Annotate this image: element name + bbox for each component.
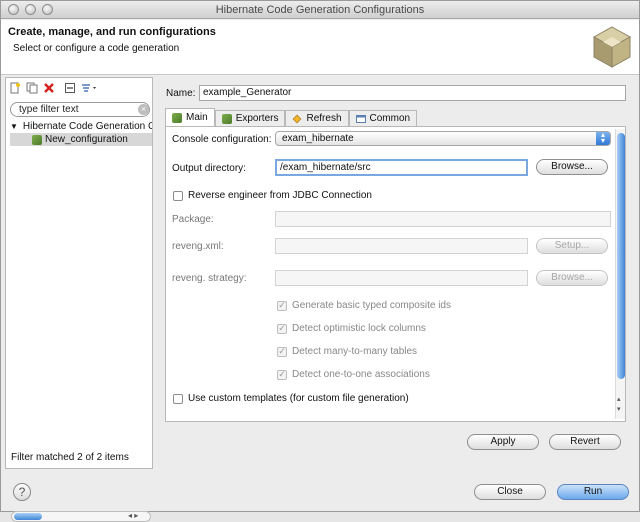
hibernate-icon [32, 134, 42, 145]
tab-refresh[interactable]: Refresh [285, 110, 349, 126]
checkbox-label: Reverse engineer from JDBC Connection [188, 190, 372, 201]
checkbox-label: Detect one-to-one associations [292, 369, 430, 380]
checkbox-box[interactable]: ✓ [277, 346, 287, 357]
main-tab-panel: Console configuration: exam_hibernate ▴ ▾… [165, 126, 626, 422]
hibernate-logo-icon [592, 26, 632, 68]
tab-label: Exporters [235, 113, 279, 124]
scroll-arrows-icon[interactable]: ◂ ▸ [128, 511, 138, 520]
tree-item-label: New_configuration [45, 134, 128, 145]
tab-exporters[interactable]: Exporters [214, 110, 286, 126]
tab-label: Refresh [306, 113, 342, 124]
configurations-list-pane: type filter text × ▼ Hibernate Code Gene… [5, 77, 153, 522]
refresh-icon [293, 114, 302, 123]
scroll-arrows-icon[interactable]: ▴ ▾ [617, 395, 621, 415]
clear-filter-icon[interactable]: × [138, 104, 149, 115]
checkbox-label: Generate basic typed composite ids [292, 300, 451, 311]
reveng-xml-label: reveng.xml: [172, 241, 224, 252]
reveng-xml-input[interactable] [275, 238, 528, 254]
tab-label: Common [369, 113, 411, 124]
duplicate-icon[interactable] [25, 81, 39, 95]
reveng-strategy-input[interactable] [275, 270, 528, 286]
header-title: Create, manage, and run configurations [8, 26, 216, 38]
tab-main[interactable]: Main [165, 108, 215, 126]
revert-button[interactable]: Revert [549, 434, 621, 450]
reveng-strategy-label: reveng. strategy: [172, 273, 247, 284]
browse-output-button[interactable]: Browse... [536, 159, 608, 175]
window: Hibernate Code Generation Configurations… [0, 0, 640, 522]
apply-button[interactable]: Apply [467, 434, 539, 450]
browse-strategy-button[interactable]: Browse... [536, 270, 608, 286]
reverse-engineer-checkbox[interactable]: Reverse engineer from JDBC Connection [173, 190, 372, 201]
package-label: Package: [172, 214, 214, 225]
output-dir-input[interactable]: /exam_hibernate/src [275, 159, 528, 176]
setup-button[interactable]: Setup... [536, 238, 608, 254]
checkbox-box[interactable] [173, 190, 183, 201]
console-config-select[interactable]: exam_hibernate ▴ ▾ [275, 131, 611, 146]
close-button[interactable]: Close [474, 484, 546, 500]
tree-item-hibernate-code-generation[interactable]: ▼ Hibernate Code Generation Configuratio… [10, 120, 152, 133]
package-input[interactable] [275, 211, 611, 227]
new-config-icon[interactable] [8, 81, 22, 95]
hibernate-icon [172, 112, 182, 123]
console-config-label: Console configuration: [172, 134, 272, 145]
checkbox-label: Detect many-to-many tables [292, 346, 418, 357]
checkbox-label: Detect optimistic lock columns [292, 323, 426, 334]
filter-status: Filter matched 2 of 2 items [11, 452, 129, 463]
vertical-scrollbar[interactable]: ▴ ▾ [615, 129, 625, 419]
checkbox-box[interactable]: ✓ [277, 323, 287, 334]
collapse-all-icon[interactable] [63, 81, 77, 95]
select-value: exam_hibernate [282, 133, 354, 144]
header-subtitle: Select or configure a code generation [13, 43, 180, 54]
one-to-one-checkbox[interactable]: ✓ Detect one-to-one associations [277, 369, 430, 380]
window-title: Hibernate Code Generation Configurations [215, 4, 425, 16]
run-button[interactable]: Run [557, 484, 629, 500]
filter-icon[interactable] [80, 81, 100, 95]
checkbox-box[interactable]: ✓ [277, 369, 287, 380]
configuration-editor: Name: example_Generator Main Exporters R… [156, 77, 637, 469]
tree-item-label: Hibernate Code Generation Configuration [22, 121, 152, 132]
hibernate-icon [221, 113, 232, 124]
filter-input[interactable]: type filter text [10, 102, 150, 117]
checkbox-box[interactable]: ✓ [277, 300, 287, 311]
output-dir-label: Output directory: [172, 163, 246, 174]
name-input[interactable]: example_Generator [199, 85, 626, 101]
select-arrows-icon: ▴ ▾ [596, 131, 610, 145]
tab-label: Main [186, 112, 208, 123]
composite-ids-checkbox[interactable]: ✓ Generate basic typed composite ids [277, 300, 451, 311]
scroll-thumb[interactable] [617, 133, 625, 379]
help-icon[interactable]: ? [13, 483, 31, 501]
tree-item-new-configuration[interactable]: New_configuration [10, 133, 152, 146]
expand-triangle-icon[interactable]: ▼ [10, 120, 18, 133]
list-toolbar [8, 80, 100, 96]
tab-common[interactable]: Common [348, 110, 418, 126]
custom-templates-checkbox[interactable]: Use custom templates (for custom file ge… [173, 393, 409, 404]
optimistic-lock-checkbox[interactable]: ✓ Detect optimistic lock columns [277, 323, 426, 334]
title-bar: Hibernate Code Generation Configurations [1, 1, 639, 19]
delete-icon[interactable] [42, 81, 56, 95]
config-tabs: Main Exporters Refresh Common [165, 108, 418, 126]
scroll-thumb[interactable] [14, 513, 42, 520]
checkbox-box[interactable] [173, 393, 183, 404]
config-tree: ▼ Hibernate Code Generation Configuratio… [10, 120, 152, 146]
dialog-header: Create, manage, and run configurations S… [1, 20, 639, 75]
name-label: Name: [166, 88, 196, 99]
common-icon [355, 114, 366, 123]
many-to-many-checkbox[interactable]: ✓ Detect many-to-many tables [277, 346, 417, 357]
checkbox-label: Use custom templates (for custom file ge… [188, 393, 409, 404]
